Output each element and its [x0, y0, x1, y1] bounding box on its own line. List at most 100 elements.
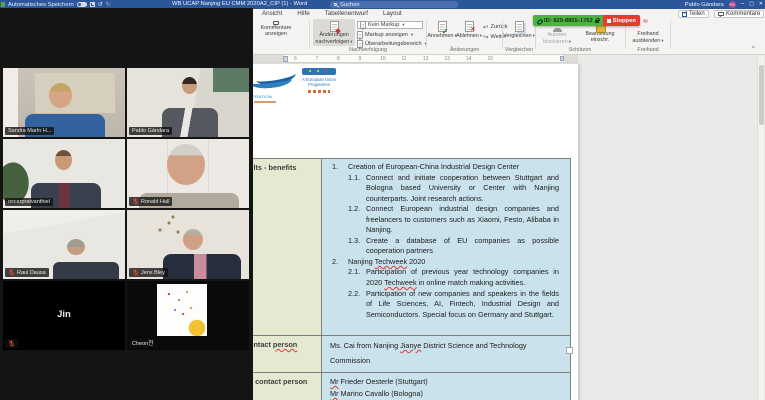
video-conference-window[interactable]: Sandra Marín H... Pablo Gándara oscarpratv… [0, 8, 253, 400]
reject-button[interactable]: Ablehnen [456, 19, 482, 40]
ribbon-tab-ansicht[interactable]: Ansicht [262, 10, 282, 17]
participant-name: oscarpratvanthiel [8, 199, 50, 205]
share-button[interactable]: Teilen [678, 10, 709, 18]
logo-text-fragment: ERATION [252, 94, 273, 99]
table-row-value: Ms. Cai from Nanjing Jianye District Sci… [321, 336, 570, 372]
ribbon-tab-layout[interactable]: Layout [383, 10, 402, 17]
video-tile[interactable]: Ronald Hall [127, 139, 249, 208]
stop-share-button[interactable]: Stoppen [602, 15, 640, 26]
stop-icon [606, 18, 611, 23]
maximize-button[interactable] [749, 0, 754, 9]
close-button[interactable] [759, 0, 763, 9]
hide-ink-icon [643, 19, 653, 31]
comment-icon [718, 12, 724, 16]
ribbon-group-compare: Vergleichen Vergleichen [503, 19, 534, 54]
eu-programme-logo: A European Union Programme [300, 68, 338, 110]
markup-display-dropdown[interactable]: Kein Markup [357, 21, 423, 30]
collapse-ribbon-icon[interactable]: ^ [752, 46, 755, 52]
reject-label: Ablehnen [456, 33, 482, 40]
group-label-protect: Schützen [568, 47, 592, 53]
markup-icon [360, 21, 366, 30]
participant-nametag: Jens Bley [129, 268, 168, 277]
ribbon-tab-tabellenentwurf[interactable]: Tabellenentwurf [325, 10, 368, 17]
video-tile[interactable]: Cheon천 [127, 281, 249, 350]
ribbon-group-comments: Kommentare anzeigen [246, 19, 306, 54]
participant-nametag: Ronald Hall [129, 197, 173, 206]
participant-nametag: Pablo Gándara [129, 127, 172, 135]
participant-name: Sandra Marín H... [8, 128, 52, 134]
track-changes-button[interactable]: Änderungen nachverfolgen [313, 19, 355, 46]
autosave-toggle[interactable] [76, 2, 87, 7]
undo-icon[interactable] [98, 1, 103, 8]
show-markup-icon [357, 31, 363, 40]
comments-button[interactable]: Kommentare [714, 10, 765, 18]
reject-icon [464, 21, 476, 34]
muted-mic-icon [8, 340, 15, 347]
video-tile[interactable]: Pablo Gándara [127, 68, 249, 137]
project-logo: ERATION [249, 66, 298, 108]
hide-ink-label: Freihand ausblenden [629, 31, 667, 45]
account-name[interactable]: Pablo Gándara [685, 2, 724, 8]
video-tile[interactable]: oscarpratvanthiel [3, 139, 125, 208]
group-label-tracking: Nachverfolgung [349, 47, 387, 53]
redo-icon[interactable] [106, 1, 111, 8]
show-markup-dropdown[interactable]: Markup anzeigen [357, 31, 413, 40]
comments-label: Kommentare [726, 11, 761, 17]
accept-icon [437, 21, 449, 35]
video-tile[interactable]: Sandra Marín H... [3, 68, 125, 137]
eu-logo-line2: Programme [308, 82, 330, 87]
search-icon [334, 3, 337, 6]
compare-label: Vergleichen [503, 33, 534, 40]
phone-icon [537, 18, 542, 23]
compare-button[interactable]: Vergleichen [503, 19, 534, 40]
ribbon-tab-hilfe[interactable]: Hilfe [297, 10, 309, 17]
eu-logo-cn-text [308, 90, 330, 93]
video-tile[interactable]: Jin [3, 281, 125, 350]
show-comments-button[interactable]: Kommentare anzeigen [250, 19, 302, 38]
participant-nametag: Raul Dausa [5, 268, 49, 277]
participant-nametag: Cheon천 [129, 338, 157, 348]
participant-name-centered: Jin [57, 309, 71, 320]
minimize-button[interactable] [741, 0, 744, 9]
ruler-number: 12 [423, 56, 429, 62]
search-box[interactable]: Suchen [330, 1, 458, 8]
table-resize-handle[interactable] [566, 347, 573, 354]
show-comments-label: Kommentare anzeigen [260, 25, 292, 37]
ruler-number: 14 [466, 56, 472, 62]
participant-name: Pablo Gándara [132, 128, 169, 134]
participant-nametag: oscarpratvanthiel [5, 198, 53, 206]
indent-marker[interactable] [283, 56, 288, 62]
ruler-number: 13 [444, 56, 451, 62]
muted-mic-icon [132, 198, 139, 205]
accept-button[interactable]: Annehmen [427, 19, 455, 40]
compare-icon [514, 21, 524, 32]
ruler-number: 15 [487, 56, 494, 62]
participant-name: Cheon천 [132, 341, 154, 347]
ruler-number: 8 [337, 56, 340, 62]
video-tile-grid: Sandra Marín H... Pablo Gándara oscarpratv… [3, 68, 249, 350]
next-change-icon: ↪ [483, 34, 489, 41]
video-tile[interactable]: Raul Dausa [3, 210, 125, 279]
vertical-scrollbar[interactable] [757, 57, 764, 400]
ribbon-group-tracking: Änderungen nachverfolgen Kein Markup Mar… [311, 19, 425, 54]
share-label: Teilen [689, 11, 705, 17]
previous-change-icon: ↩ [483, 24, 489, 31]
track-changes-icon [329, 21, 339, 32]
restrict-editing-label: Bearbeitung einschr. [585, 31, 615, 43]
eu-flag-bar [302, 68, 336, 75]
ruler-number: 9 [358, 56, 362, 62]
video-tile[interactable]: Jens Bley [127, 210, 249, 279]
save-icon[interactable] [89, 2, 95, 7]
group-label-ink: Freihand [637, 47, 659, 53]
participant-name: Jens Bley [141, 269, 165, 276]
muted-mic-icon [132, 269, 139, 276]
show-comments-icon [273, 21, 279, 25]
right-indent-marker[interactable] [560, 56, 564, 61]
meeting-id-badge: ID: 829-8855-1762 [533, 15, 603, 26]
table-row-value: 1. Creation of European-China Industrial … [321, 159, 570, 335]
muted-mic-icon [8, 269, 15, 276]
ruler-number: 11 [401, 56, 407, 62]
scrollbar-thumb[interactable] [759, 65, 764, 125]
account-avatar[interactable]: PG [728, 1, 736, 8]
screen: Automatisches Speichern WB UCAP Nanjing … [0, 0, 765, 400]
